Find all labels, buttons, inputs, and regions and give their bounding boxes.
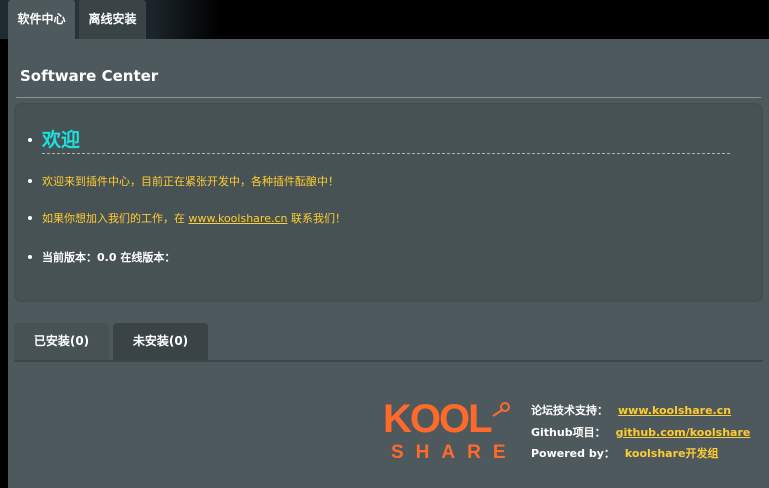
koolshare-logo: KOOL SHARE	[383, 397, 518, 463]
info-line-version: 当前版本：0.0 在线版本：	[28, 249, 176, 265]
info-line-join: 如果你想加入我们的工作，在 www.koolshare.cn 联系我们！	[28, 210, 346, 226]
footer-powered: Powered by： koolshare开发组	[531, 445, 718, 461]
page-title: Software Center	[20, 67, 159, 85]
join-prefix: 如果你想加入我们的工作，在	[42, 212, 189, 225]
welcome-heading: 欢迎	[42, 129, 81, 151]
tab-not-installed[interactable]: 未安装(0)	[113, 323, 208, 360]
github-label: Github项目：	[531, 426, 606, 439]
tab-software-center[interactable]: 软件中心	[8, 0, 75, 39]
bullet-icon	[28, 179, 32, 183]
info-line-text: 欢迎来到插件中心，目前正在紧张开发中，各种插件酝酿中！	[42, 175, 339, 188]
version-text: 当前版本：0.0 在线版本：	[42, 251, 176, 264]
welcome-item: 欢迎	[28, 127, 730, 154]
powered-value: koolshare开发组	[624, 447, 719, 460]
tabs-divider	[14, 360, 763, 362]
bullet-icon	[28, 216, 32, 220]
top-bar: 软件中心 离线安装	[0, 0, 769, 39]
info-line-welcome: 欢迎来到插件中心，目前正在紧张开发中，各种插件酝酿中！	[28, 173, 339, 189]
info-box: 欢迎 欢迎来到插件中心，目前正在紧张开发中，各种插件酝酿中！ 如果你想加入我们的…	[14, 103, 763, 302]
powered-label: Powered by：	[531, 447, 615, 460]
svg-text:KOOL: KOOL	[383, 397, 492, 441]
forum-link[interactable]: www.koolshare.cn	[618, 404, 731, 417]
github-link[interactable]: github.com/koolshare	[616, 426, 751, 439]
bullet-icon	[28, 255, 32, 259]
koolshare-link[interactable]: www.koolshare.cn	[189, 212, 288, 225]
footer-github: Github项目： github.com/koolshare	[531, 424, 750, 440]
main-panel: Software Center 欢迎 欢迎来到插件中心，目前正在紧张开发中，各种…	[8, 39, 769, 488]
footer-forum: 论坛技术支持： www.koolshare.cn	[531, 402, 731, 418]
join-suffix: 联系我们！	[287, 212, 346, 225]
title-divider	[16, 97, 761, 98]
bullet-icon	[28, 138, 32, 142]
svg-text:SHARE: SHARE	[391, 442, 518, 463]
tab-installed[interactable]: 已安装(0)	[14, 323, 109, 360]
forum-label: 论坛技术支持：	[531, 404, 608, 417]
tab-offline-install[interactable]: 离线安装	[79, 0, 146, 39]
